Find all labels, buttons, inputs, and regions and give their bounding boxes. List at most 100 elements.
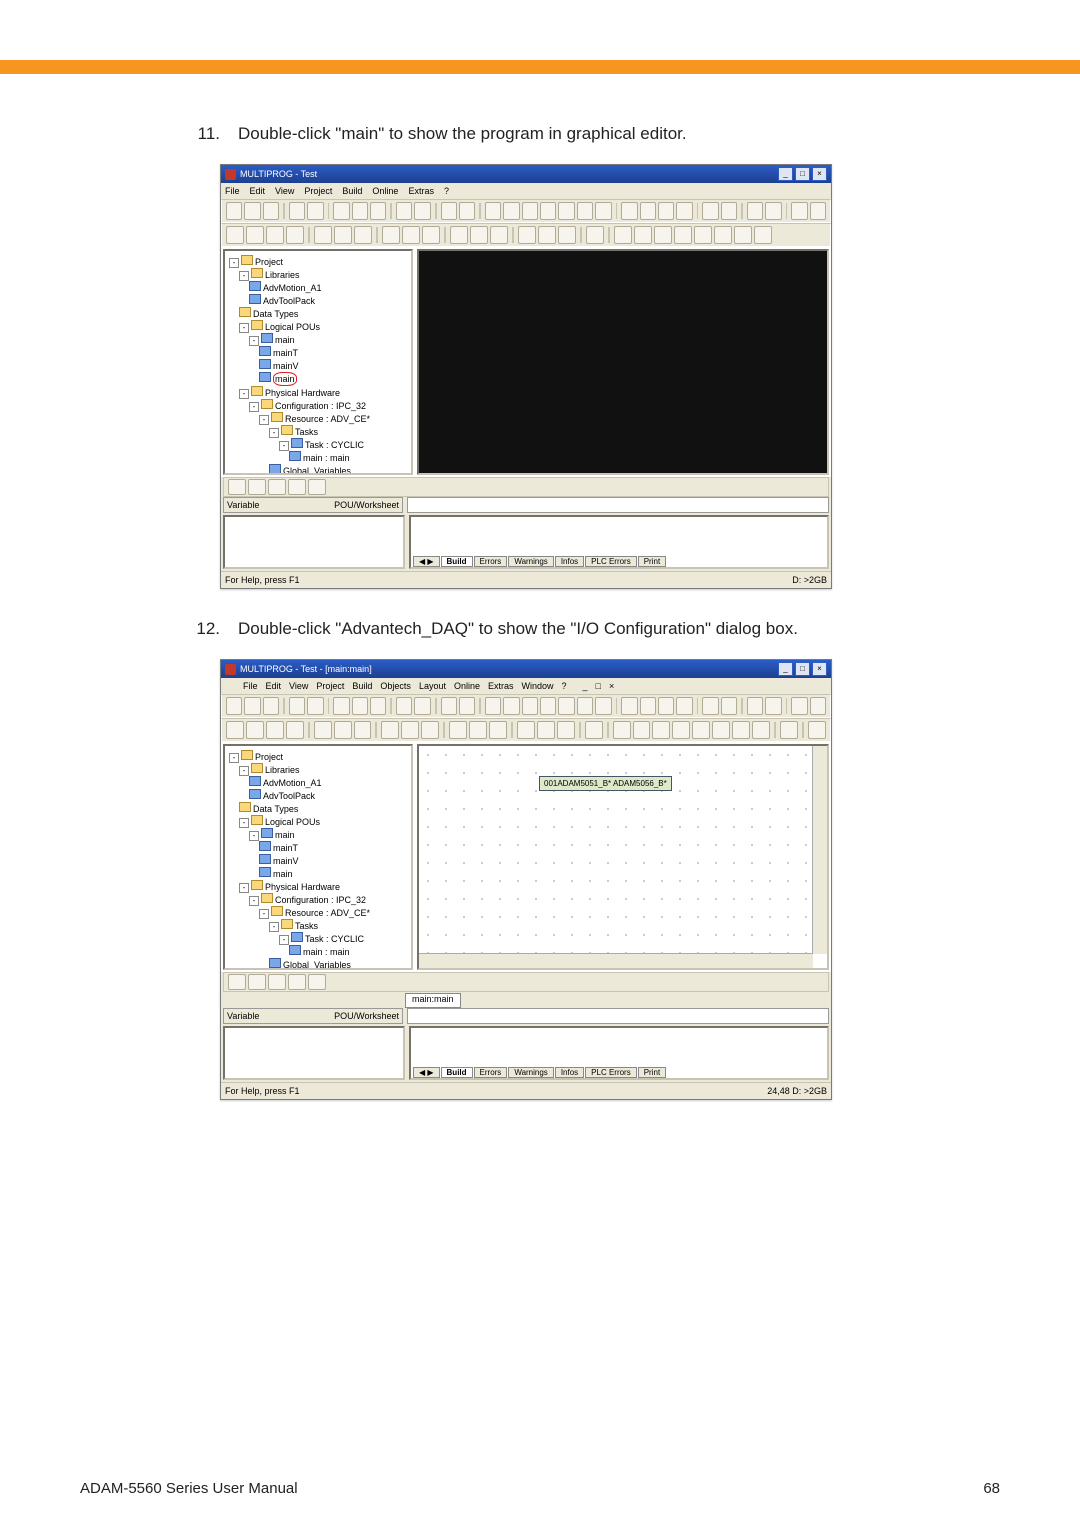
tool-icon[interactable] <box>672 721 690 739</box>
tool-icon[interactable] <box>314 226 332 244</box>
tool-icon[interactable] <box>640 202 656 220</box>
tree-globalvars[interactable]: Global_Variables <box>283 466 351 475</box>
menu-view[interactable]: View <box>275 186 294 196</box>
tool-icon[interactable] <box>517 721 535 739</box>
tree-task[interactable]: Task : CYCLIC <box>305 934 364 944</box>
tree-config[interactable]: Configuration : IPC_32 <box>275 401 366 411</box>
tab-warnings[interactable]: Warnings <box>508 1067 554 1078</box>
toolbar-row-2[interactable] <box>221 223 831 247</box>
tool-icon[interactable] <box>370 697 386 715</box>
nav-arrows[interactable]: ◀ ▶ <box>413 1067 440 1078</box>
tree-datatypes[interactable]: Data Types <box>253 804 298 814</box>
tool-icon[interactable] <box>752 721 770 739</box>
tree-advmotion[interactable]: AdvMotion_A1 <box>263 778 322 788</box>
tool-icon[interactable] <box>702 202 718 220</box>
tree-maint[interactable]: mainT <box>273 348 298 358</box>
tool-icon[interactable] <box>396 697 412 715</box>
tool-icon[interactable] <box>558 226 576 244</box>
tool-icon[interactable] <box>470 226 488 244</box>
menu-edit[interactable]: Edit <box>266 681 282 691</box>
tab-infos[interactable]: Infos <box>555 1067 584 1078</box>
tool-icon[interactable] <box>334 721 352 739</box>
tree-project[interactable]: Project <box>255 752 283 762</box>
tool-icon[interactable] <box>640 697 656 715</box>
tree-globalvars[interactable]: Global_Variables <box>283 960 351 970</box>
menubar-2[interactable]: File Edit View Project Build Objects Lay… <box>221 678 831 694</box>
tree-mainmain[interactable]: main : main <box>303 947 350 957</box>
menu-project[interactable]: Project <box>316 681 344 691</box>
tool-icon[interactable] <box>421 721 439 739</box>
tree-advmotion[interactable]: AdvMotion_A1 <box>263 283 322 293</box>
tree-mainn[interactable]: main <box>273 869 293 879</box>
tool-icon[interactable] <box>503 202 519 220</box>
tree-libraries[interactable]: Libraries <box>265 270 300 280</box>
tool-icon[interactable] <box>540 697 556 715</box>
tool-icon[interactable] <box>263 697 279 715</box>
tool-icon[interactable] <box>352 202 368 220</box>
tool-icon[interactable] <box>721 697 737 715</box>
tool-icon[interactable] <box>540 202 556 220</box>
tool-icon[interactable] <box>621 202 637 220</box>
project-tree-2[interactable]: -Project -Libraries AdvMotion_A1 AdvTool… <box>223 744 413 970</box>
tool-icon[interactable] <box>791 202 807 220</box>
tree-tab-icon[interactable] <box>288 479 306 495</box>
tree-resource[interactable]: Resource : ADV_CE* <box>285 908 370 918</box>
tool-icon[interactable] <box>538 226 556 244</box>
menu-build[interactable]: Build <box>342 186 362 196</box>
mdi-maximize[interactable]: □ <box>596 681 601 691</box>
variable-list-1[interactable] <box>223 515 405 569</box>
tool-icon[interactable] <box>765 697 781 715</box>
tree-task[interactable]: Task : CYCLIC <box>305 440 364 450</box>
tool-icon[interactable] <box>289 202 305 220</box>
tool-icon[interactable] <box>490 226 508 244</box>
tool-icon[interactable] <box>402 226 420 244</box>
tab-errors[interactable]: Errors <box>474 556 508 567</box>
tool-icon[interactable] <box>658 697 674 715</box>
sheet-tabstrip[interactable]: main:main <box>223 992 829 1008</box>
tool-icon[interactable] <box>518 226 536 244</box>
tool-icon[interactable] <box>658 202 674 220</box>
tree-main[interactable]: main <box>275 335 295 345</box>
titlebar-2[interactable]: MULTIPROG - Test - [main:main] _ □ × <box>221 660 831 678</box>
tool-icon[interactable] <box>382 226 400 244</box>
tree-tab-icon[interactable] <box>248 974 266 990</box>
tool-icon[interactable] <box>263 202 279 220</box>
menu-file[interactable]: File <box>243 681 258 691</box>
tool-icon[interactable] <box>441 202 457 220</box>
tool-icon[interactable] <box>676 697 692 715</box>
tool-icon[interactable] <box>558 697 574 715</box>
tree-logicalpous[interactable]: Logical POUs <box>265 322 320 332</box>
tool-icon[interactable] <box>652 721 670 739</box>
tool-icon[interactable] <box>489 721 507 739</box>
output-panel-2[interactable]: ◀ ▶ Build Errors Warnings Infos PLC Erro… <box>409 1026 829 1080</box>
tool-icon[interactable] <box>747 697 763 715</box>
editor-canvas-2[interactable]: 001ADAM5051_B* ADAM5056_B* <box>417 744 829 970</box>
menu-online[interactable]: Online <box>372 186 398 196</box>
tool-icon[interactable] <box>246 721 264 739</box>
tool-icon[interactable] <box>522 697 538 715</box>
tool-icon[interactable] <box>354 721 372 739</box>
minimize-button[interactable]: _ <box>778 167 793 181</box>
tool-icon[interactable] <box>226 697 242 715</box>
tab-plcerrors[interactable]: PLC Errors <box>585 1067 637 1078</box>
tree-datatypes[interactable]: Data Types <box>253 309 298 319</box>
close-button[interactable]: × <box>812 662 827 676</box>
tree-maint[interactable]: mainT <box>273 843 298 853</box>
tool-icon[interactable] <box>485 697 501 715</box>
close-button[interactable]: × <box>812 167 827 181</box>
tree-physhw[interactable]: Physical Hardware <box>265 388 340 398</box>
maximize-button[interactable]: □ <box>795 167 810 181</box>
toolbar-row-2b[interactable] <box>221 718 831 742</box>
menu-online[interactable]: Online <box>454 681 480 691</box>
menu-build[interactable]: Build <box>352 681 372 691</box>
tool-icon[interactable] <box>557 721 575 739</box>
menu-file[interactable]: File <box>225 186 240 196</box>
tab-infos[interactable]: Infos <box>555 556 584 567</box>
fbd-block[interactable]: 001ADAM5051_B* ADAM5056_B* <box>539 776 672 791</box>
tool-icon[interactable] <box>577 202 593 220</box>
tool-icon[interactable] <box>226 202 242 220</box>
menu-extras[interactable]: Extras <box>408 186 434 196</box>
tool-icon[interactable] <box>226 721 244 739</box>
tab-print[interactable]: Print <box>638 556 666 567</box>
tree-footer-2[interactable] <box>223 972 829 992</box>
